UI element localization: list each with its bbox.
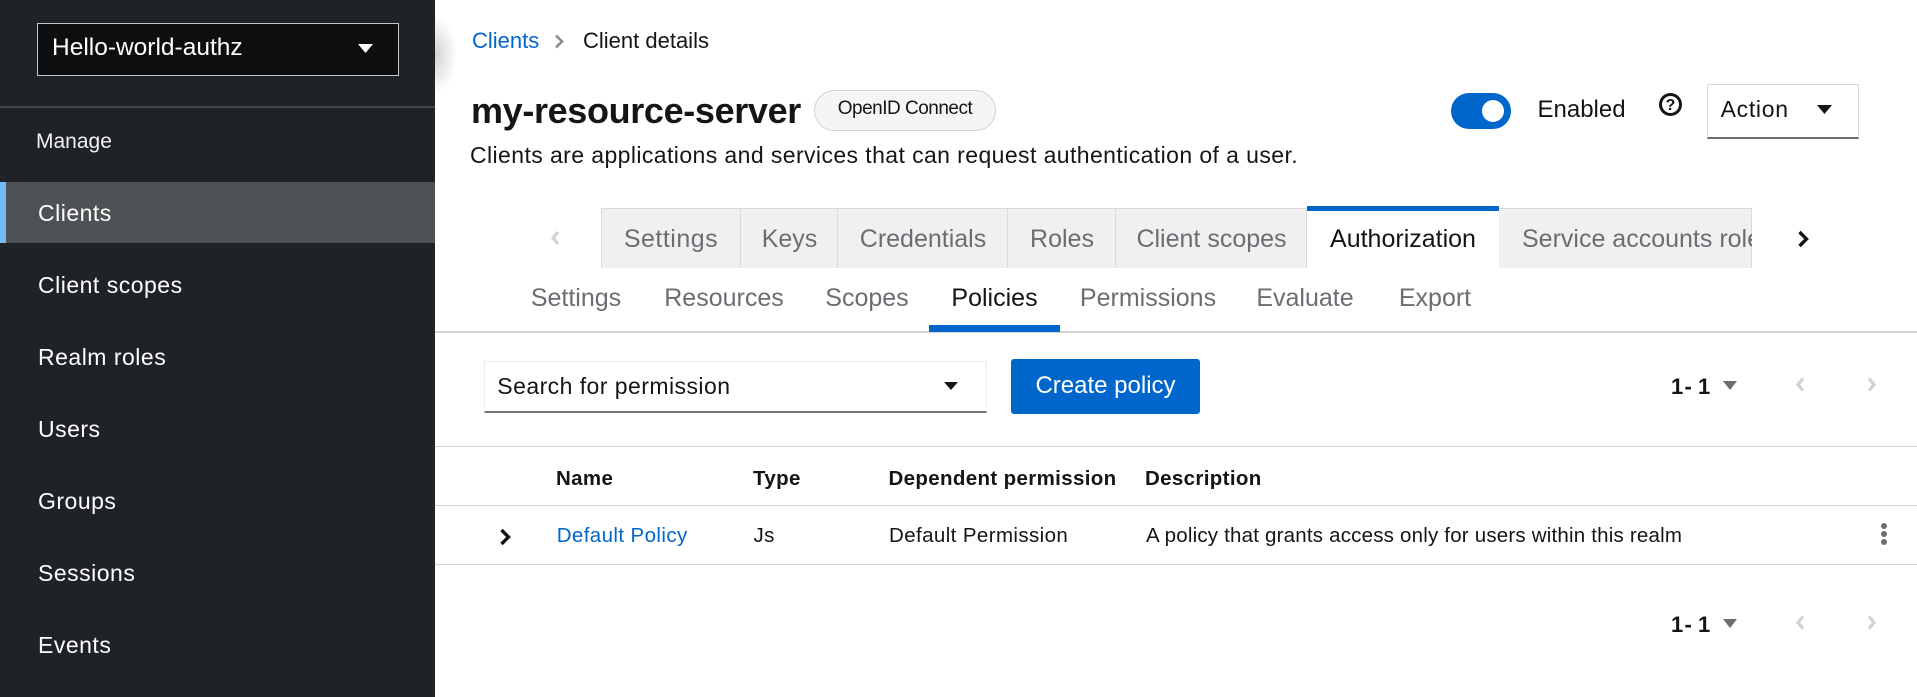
svg-text:?: ? [1666,97,1676,114]
